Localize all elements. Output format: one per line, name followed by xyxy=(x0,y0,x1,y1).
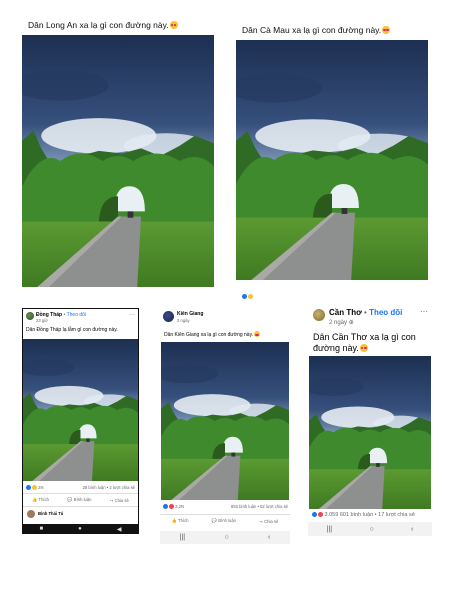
home-icon[interactable]: ○ xyxy=(224,534,228,541)
heart-eyes-emoji-icon xyxy=(382,26,391,34)
recents-icon[interactable]: ||| xyxy=(180,534,185,541)
post5-photo[interactable] xyxy=(309,356,431,509)
post5-header: Cần Thơ • Theo dõi xyxy=(329,308,402,317)
recents-icon[interactable]: ■ xyxy=(40,526,44,532)
more-options-icon[interactable]: ··· xyxy=(420,307,428,316)
road-tunnel-image xyxy=(309,356,431,509)
follow-link[interactable]: Theo dõi xyxy=(369,308,402,317)
road-tunnel-image xyxy=(23,339,138,481)
like-reaction-icon xyxy=(163,504,168,509)
page-name[interactable]: Kiên Giang xyxy=(177,311,203,317)
post5-caption-line1: Dân Cần Thơ xa lạ gì con xyxy=(313,332,416,342)
post3-phone-frame: Đồng Tháp • Theo dõi 23 giờ ··· Dân Đồng… xyxy=(22,308,139,534)
share-label: Chia sẻ xyxy=(114,497,129,503)
road-tunnel-image xyxy=(236,40,428,280)
back-icon[interactable]: ‹ xyxy=(268,534,270,541)
comment-label: Bình luận xyxy=(73,497,92,502)
recents-icon[interactable]: ||| xyxy=(327,526,332,533)
post2-photo[interactable] xyxy=(236,40,428,280)
thumbs-up-icon: 👍 xyxy=(32,497,38,502)
post4-stats[interactable]: 893 bình luận • 52 lượt chia sẻ xyxy=(231,504,288,509)
like-reaction-icon xyxy=(242,294,247,299)
road-tunnel-image xyxy=(161,342,289,500)
home-icon[interactable]: ○ xyxy=(369,526,373,533)
post5-card: Cần Thơ • Theo dõi ··· 2 ngày ⊕ Dân Cần … xyxy=(308,305,432,540)
comment-icon: 💬 xyxy=(211,518,218,523)
road-tunnel-image xyxy=(22,35,214,287)
share-button[interactable]: ↪ Chia sẻ xyxy=(110,498,129,503)
post4-caption-text: Dân Kiên Giang xa lạ gì con đường này. xyxy=(164,332,254,338)
post5-stats: 3.059 601 bình luận • 17 lượt chia sẻ xyxy=(324,512,415,518)
share-icon: ↪ xyxy=(109,497,114,503)
reaction-count: 2N xyxy=(38,485,44,490)
post3-caption: Dân Đồng Tháp lạ lẫm gì con đường này. xyxy=(26,327,118,333)
back-icon[interactable]: ◀ xyxy=(117,526,122,533)
share-label: Chia sẻ xyxy=(264,518,279,524)
post5-caption: Dân Cần Thơ xa lạ gì con đường này. xyxy=(313,332,416,354)
post3-stats[interactable]: 28 bình luận • 2 lượt chia sẻ xyxy=(83,485,135,490)
post4-caption: Dân Kiên Giang xa lạ gì con đường này. xyxy=(164,331,261,338)
post3-caption-text: Dân Đồng Tháp lạ lẫm gì con đường này. xyxy=(26,327,118,333)
like-label: Thích xyxy=(38,497,49,502)
commenter-avatar[interactable] xyxy=(27,510,35,518)
like-reaction-icon xyxy=(312,512,317,517)
share-icon: ↪ xyxy=(259,518,263,524)
home-icon[interactable]: ● xyxy=(78,526,82,532)
more-options-icon[interactable]: ··· xyxy=(129,312,135,318)
comment-button[interactable]: 💬 Bình luận xyxy=(67,497,91,503)
android-nav-bar: ||| ○ ‹ xyxy=(160,531,290,544)
android-nav-bar: ||| ○ ‹ xyxy=(308,522,432,536)
post-time-text: 2 ngày xyxy=(329,320,348,326)
post4-card: Kiên Giang 2 ngày Dân Kiên Giang xa lạ g… xyxy=(160,309,290,545)
like-button[interactable]: 👍 Thích xyxy=(172,518,189,524)
share-button[interactable]: ↪ Chia sẻ xyxy=(259,519,278,524)
like-reaction-icon xyxy=(26,485,31,490)
haha-reaction-icon xyxy=(247,294,253,299)
post2-reaction-dots xyxy=(242,285,253,303)
page-avatar[interactable] xyxy=(313,309,325,321)
post4-action-bar: 👍 Thích 💬 Bình luận ↪ Chia sẻ xyxy=(160,514,290,527)
commenter-name[interactable]: Bình Thái Tú xyxy=(38,511,63,516)
page-avatar[interactable] xyxy=(163,311,174,322)
post5-caption-line2-text: đường này. xyxy=(313,343,359,353)
globe-icon: ⊕ xyxy=(348,320,354,326)
comment-label: Bình luận xyxy=(218,518,236,523)
heart-eyes-emoji-icon xyxy=(254,331,261,337)
comment-icon: 💬 xyxy=(67,497,73,502)
post3-reactions[interactable]: 2N xyxy=(26,485,44,490)
post2-caption-text: Dân Cà Mau xa lạ gì con đường này. xyxy=(242,25,382,35)
dot: • xyxy=(63,312,66,318)
post-time[interactable]: 2 ngày ⊕ xyxy=(329,319,354,326)
comment-button[interactable]: 💬 Bình luận xyxy=(212,518,236,524)
android-nav-bar: ■ ● ◀ xyxy=(22,524,139,534)
back-icon[interactable]: ‹ xyxy=(411,526,413,533)
post5-stats-row[interactable]: 3.059 601 bình luận • 17 lượt chia sẻ xyxy=(312,512,415,518)
haha-reaction-icon xyxy=(31,485,37,490)
post3-action-bar: 👍 Thích 💬 Bình luận ↪ Chia sẻ xyxy=(23,493,138,507)
post5-caption-line2: đường này. xyxy=(313,343,416,354)
post1-photo[interactable] xyxy=(22,35,214,287)
thumbs-up-icon: 👍 xyxy=(171,518,177,523)
like-label: Thích xyxy=(178,518,189,523)
heart-eyes-emoji-icon xyxy=(169,21,178,29)
page-avatar[interactable] xyxy=(26,312,34,320)
post4-photo[interactable] xyxy=(161,342,289,500)
post-time[interactable]: 23 giờ xyxy=(36,318,48,323)
post3-photo[interactable] xyxy=(23,339,138,481)
post1-caption-text: Dân Long An xa lạ gì con đường này. xyxy=(28,20,169,30)
dot: • xyxy=(364,308,367,317)
post4-reactions[interactable]: 3,2N xyxy=(163,504,184,509)
post3-screen: Đồng Tháp • Theo dõi 23 giờ ··· Dân Đồng… xyxy=(23,309,138,524)
love-reaction-icon xyxy=(168,504,174,509)
post2-caption: Dân Cà Mau xa lạ gì con đường này. xyxy=(242,25,391,36)
post1-caption: Dân Long An xa lạ gì con đường này. xyxy=(28,20,178,31)
like-button[interactable]: 👍 Thích xyxy=(32,497,49,503)
post-time[interactable]: 2 ngày xyxy=(177,318,190,323)
love-reaction-icon xyxy=(317,512,323,517)
reaction-count: 3,2N xyxy=(175,504,185,509)
heart-eyes-emoji-icon xyxy=(359,344,368,352)
follow-link[interactable]: Theo dõi xyxy=(67,312,86,318)
page-name[interactable]: Cần Thơ xyxy=(329,308,362,317)
